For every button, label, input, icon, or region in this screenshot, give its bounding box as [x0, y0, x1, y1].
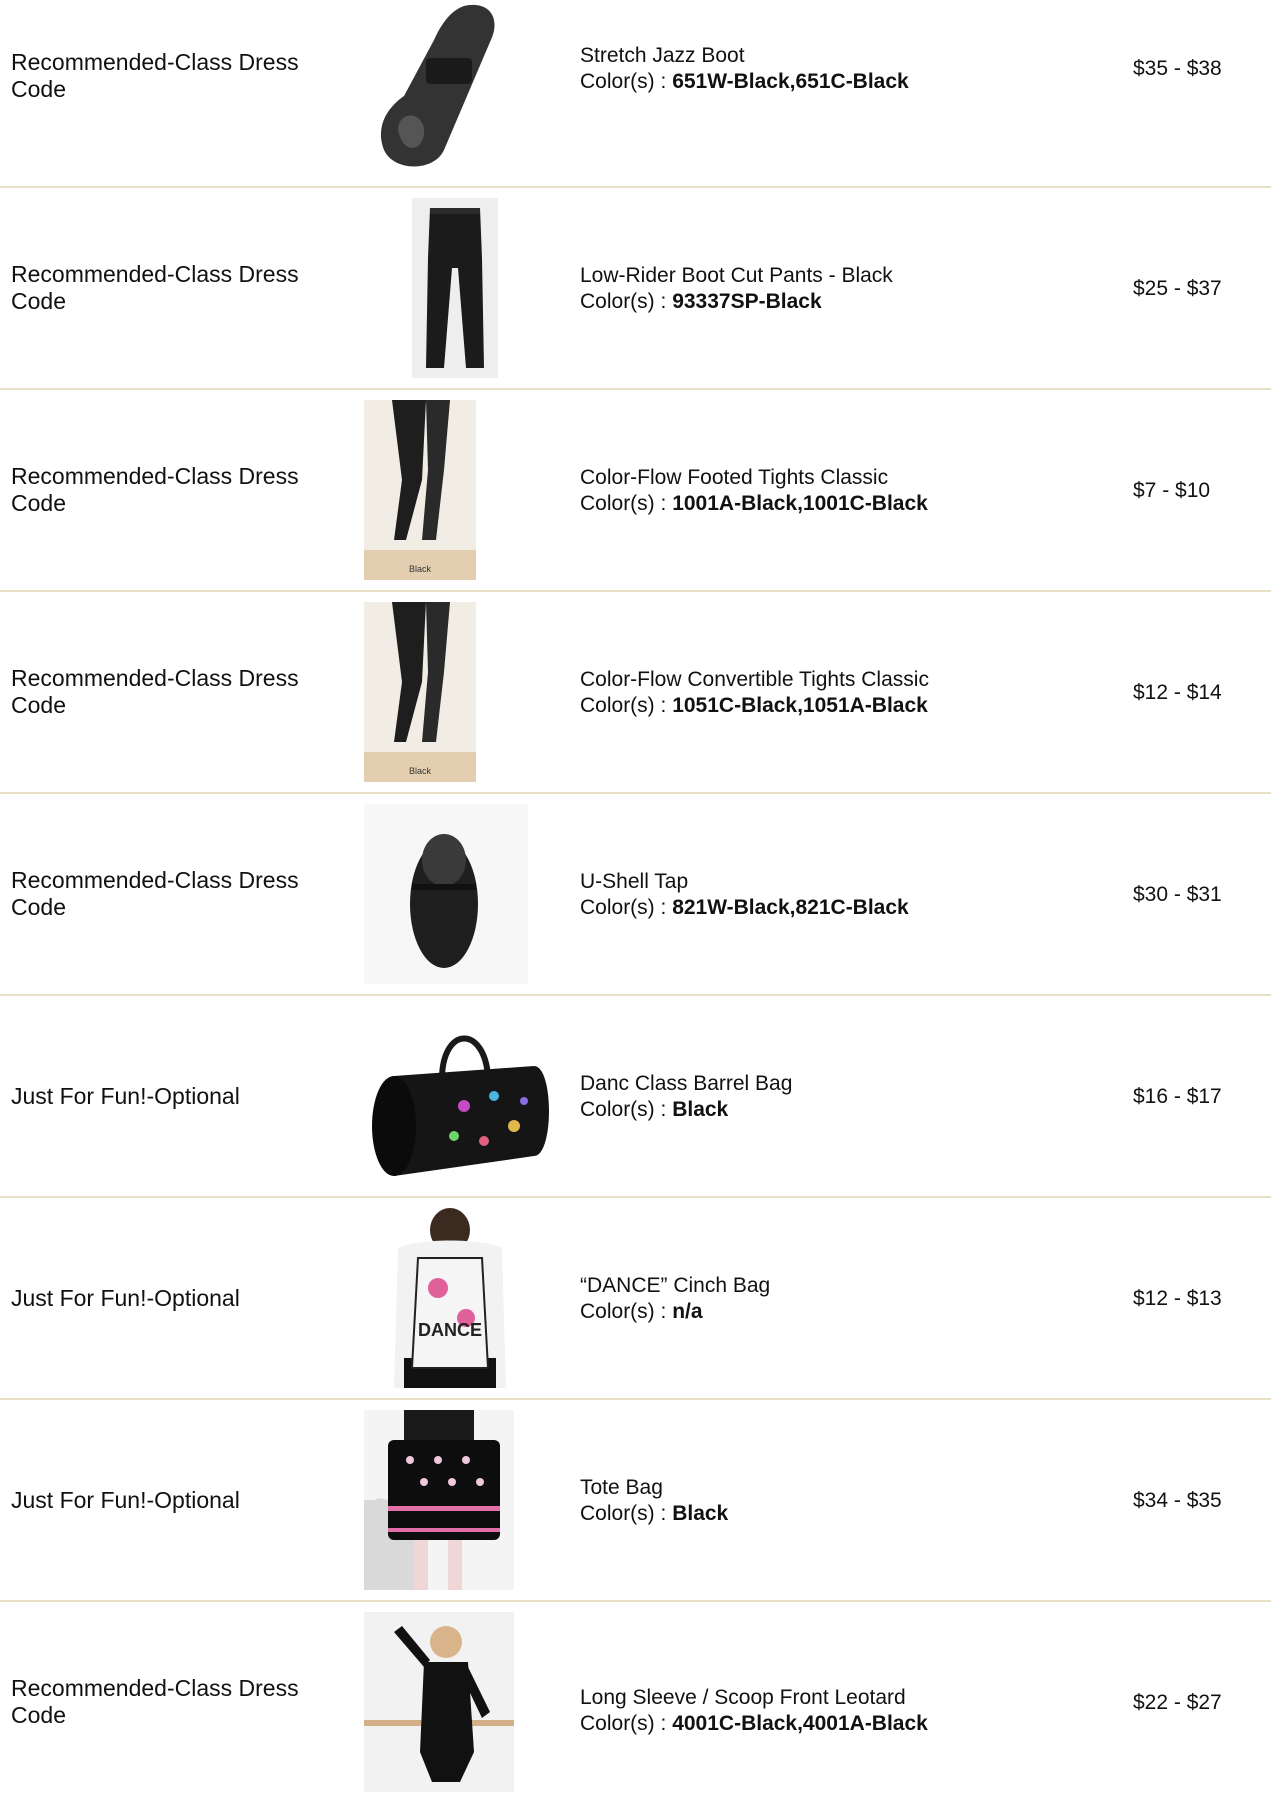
product-colors: Color(s) : 651W-Black,651C-Black	[580, 69, 1140, 95]
color-codes: 821W-Black,821C-Black	[672, 896, 909, 919]
colors-prefix: Color(s) :	[580, 1300, 673, 1323]
color-codes: Black	[672, 1502, 729, 1525]
color-codes: 93337SP-Black	[672, 290, 822, 313]
category-label: Recommended-Class Dress Code	[11, 463, 299, 516]
price-range: $12 - $13	[1133, 1287, 1222, 1310]
product-row: Recommended-Class Dress Code Stretch Jaz…	[0, 0, 1271, 186]
cinch-bag-image: DANCE	[388, 1208, 512, 1388]
product-row: Just For Fun!-Optional Danc Class Barrel…	[0, 996, 1271, 1196]
product-row: Recommended-Class Dress Code Low-Rider B…	[0, 188, 1271, 388]
colors-prefix: Color(s) :	[580, 290, 673, 313]
product-colors: Color(s) : 4001C-Black,4001A-Black	[580, 1711, 1140, 1737]
colors-prefix: Color(s) :	[580, 1712, 673, 1735]
convertible-tights-image: Black	[364, 602, 476, 782]
colors-prefix: Color(s) :	[580, 896, 673, 919]
category-label: Just For Fun!-Optional	[11, 1487, 240, 1513]
product-colors: Color(s) : 93337SP-Black	[580, 289, 1140, 315]
product-name: U-Shell Tap	[580, 870, 689, 893]
product-description: “DANCE” Cinch Bag Color(s) : n/a	[580, 1273, 1140, 1325]
product-description: Stretch Jazz Boot Color(s) : 651W-Black,…	[580, 43, 1140, 95]
product-description: Danc Class Barrel Bag Color(s) : Black	[580, 1071, 1140, 1123]
price-range: $22 - $27	[1133, 1691, 1222, 1714]
product-colors: Color(s) : n/a	[580, 1299, 1140, 1325]
price-range: $16 - $17	[1133, 1085, 1222, 1108]
product-name: Stretch Jazz Boot	[580, 44, 745, 67]
product-colors: Color(s) : Black	[580, 1501, 1140, 1527]
color-codes: n/a	[672, 1300, 703, 1323]
price-range: $7 - $10	[1133, 479, 1211, 502]
price-range: $34 - $35	[1133, 1489, 1222, 1512]
tap-shoe-image	[364, 804, 528, 984]
colors-prefix: Color(s) :	[580, 694, 673, 717]
product-row: Recommended-Class Dress Code Black Color…	[0, 390, 1271, 590]
colors-prefix: Color(s) :	[580, 70, 673, 93]
image-caption: Black	[409, 564, 432, 574]
price-range: $35 - $38	[1133, 57, 1222, 80]
category-label: Recommended-Class Dress Code	[11, 261, 299, 314]
category-label: Recommended-Class Dress Code	[11, 867, 299, 920]
product-description: Long Sleeve / Scoop Front Leotard Color(…	[580, 1685, 1140, 1737]
color-codes: 1051C-Black,1051A-Black	[672, 694, 928, 717]
product-name: Long Sleeve / Scoop Front Leotard	[580, 1686, 906, 1709]
colors-prefix: Color(s) :	[580, 492, 673, 515]
barrel-bag-image	[364, 1006, 562, 1186]
colors-prefix: Color(s) :	[580, 1098, 673, 1121]
tote-bag-image	[364, 1410, 514, 1590]
color-codes: 4001C-Black,4001A-Black	[672, 1712, 928, 1735]
product-name: Danc Class Barrel Bag	[580, 1072, 793, 1095]
product-row: Recommended-Class Dress Code U-Shell Tap…	[0, 794, 1271, 994]
product-colors: Color(s) : 1001A-Black,1001C-Black	[580, 491, 1140, 517]
jazz-boot-image	[364, 0, 506, 174]
product-description: Low-Rider Boot Cut Pants - Black Color(s…	[580, 263, 1140, 315]
product-description: Color-Flow Footed Tights Classic Color(s…	[580, 465, 1140, 517]
product-name: Tote Bag	[580, 1476, 663, 1499]
product-row: Just For Fun!-Optional Tote Bag Color(s)…	[0, 1400, 1271, 1600]
product-colors: Color(s) : 1051C-Black,1051A-Black	[580, 693, 1140, 719]
product-name: “DANCE” Cinch Bag	[580, 1274, 771, 1297]
image-caption: DANCE	[418, 1320, 482, 1340]
color-codes: 651W-Black,651C-Black	[672, 70, 909, 93]
product-name: Color-Flow Footed Tights Classic	[580, 466, 889, 489]
price-range: $25 - $37	[1133, 277, 1222, 300]
product-colors: Color(s) : 821W-Black,821C-Black	[580, 895, 1140, 921]
leotard-image	[364, 1612, 514, 1792]
product-description: Color-Flow Convertible Tights Classic Co…	[580, 667, 1140, 719]
colors-prefix: Color(s) :	[580, 1502, 673, 1525]
boot-cut-pants-image	[412, 198, 498, 378]
product-row: Just For Fun!-Optional DANCE “DANCE” Cin…	[0, 1198, 1271, 1398]
product-name: Color-Flow Convertible Tights Classic	[580, 668, 929, 691]
product-colors: Color(s) : Black	[580, 1097, 1140, 1123]
category-label: Recommended-Class Dress Code	[11, 1675, 299, 1728]
product-name: Low-Rider Boot Cut Pants - Black	[580, 264, 893, 287]
color-codes: 1001A-Black,1001C-Black	[672, 492, 928, 515]
price-range: $30 - $31	[1133, 883, 1222, 906]
product-description: Tote Bag Color(s) : Black	[580, 1475, 1140, 1527]
footed-tights-image: Black	[364, 400, 476, 580]
product-row: Recommended-Class Dress Code Black Color…	[0, 592, 1271, 792]
category-label: Recommended-Class Dress Code	[11, 49, 299, 102]
product-row: Recommended-Class Dress Code Long Sleeve…	[0, 1602, 1271, 1796]
category-label: Just For Fun!-Optional	[11, 1083, 240, 1109]
image-caption: Black	[409, 766, 432, 776]
product-description: U-Shell Tap Color(s) : 821W-Black,821C-B…	[580, 869, 1140, 921]
category-label: Just For Fun!-Optional	[11, 1285, 240, 1311]
color-codes: Black	[672, 1098, 729, 1121]
price-range: $12 - $14	[1133, 681, 1222, 704]
category-label: Recommended-Class Dress Code	[11, 665, 299, 718]
